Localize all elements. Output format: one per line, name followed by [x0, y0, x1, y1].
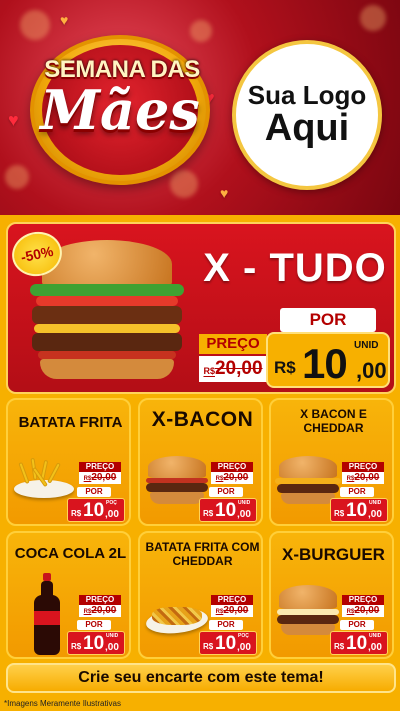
old-price-value: 20,00: [214, 358, 263, 379]
old-price-value: 20,00: [354, 605, 380, 616]
new-price: R$ 10 ,00 UNID: [199, 498, 257, 522]
product-name: X-BURGUER: [282, 545, 385, 564]
por-label: POR: [209, 487, 243, 497]
currency-symbol: R$: [71, 642, 82, 651]
price-decimal: ,00: [368, 642, 382, 653]
old-price: R$20,00: [79, 605, 121, 617]
price-unit: POÇ: [238, 633, 249, 639]
bokeh-light: [190, 20, 212, 42]
por-label: POR: [77, 620, 111, 630]
currency-symbol: R$: [203, 509, 214, 518]
product-card: X-BURGUER PREÇO R$20,00 POR R$ 10 ,00 UN…: [269, 531, 394, 659]
currency-symbol: R$: [274, 358, 296, 377]
price-decimal: ,00: [356, 358, 387, 383]
new-price: R$ 10 ,00 POÇ: [67, 498, 125, 522]
product-name: BATATA FRITA COM CHEDDAR: [145, 540, 260, 568]
logo-text-line1: Sua Logo: [247, 79, 367, 110]
featured-old-price: R$20,00: [199, 356, 267, 382]
burger-image: [275, 585, 341, 637]
por-label: POR: [209, 620, 243, 630]
price-decimal: ,00: [237, 509, 251, 520]
price-integer: 10: [346, 500, 368, 521]
preco-label: PREÇO: [79, 462, 121, 472]
price-decimal: ,00: [368, 509, 382, 520]
product-card: COCA COLA 2L PREÇO R$20,00 POR R$ 10 ,00…: [6, 531, 131, 659]
logo-placeholder: Sua Logo Aqui: [232, 40, 382, 190]
bokeh-light: [170, 170, 198, 198]
heart-icon: ♥: [8, 110, 19, 130]
product-card: BATATA FRITA COM CHEDDAR PREÇO R$20,00 P…: [138, 531, 263, 659]
price-unit: POÇ: [106, 500, 117, 506]
price-integer: 10: [83, 500, 105, 521]
old-price: R$20,00: [342, 605, 384, 617]
product-name: COCA COLA 2L: [14, 545, 127, 562]
bokeh-light: [360, 5, 386, 31]
price-unit: UNID: [369, 633, 382, 639]
new-price: R$ 10 ,00 UNID: [67, 631, 125, 655]
product-name: BATATA FRITA: [18, 414, 123, 431]
bokeh-light: [5, 165, 29, 189]
price-integer: 10: [215, 633, 237, 654]
cta-banner[interactable]: Crie seu encarte com este tema!: [6, 663, 396, 693]
old-price-value: 20,00: [91, 605, 117, 616]
old-price-value: 20,00: [223, 605, 249, 616]
price-decimal: ,00: [105, 509, 119, 520]
por-label: POR: [340, 620, 374, 630]
product-name: X BACON E CHEDDAR: [300, 407, 367, 435]
featured-product-name: X - TUDO: [203, 246, 387, 290]
featured-preco-label: PREÇO: [199, 334, 267, 354]
por-label: POR: [77, 487, 111, 497]
product-card: BATATA FRITA PREÇO R$20,00 POR R$ 10 ,00…: [6, 398, 131, 526]
logo-text-line2: Aqui: [264, 107, 350, 150]
price-integer: 10: [83, 633, 105, 654]
disclaimer-text: *Imagens Meramente Ilustrativas: [4, 699, 121, 708]
preco-label: PREÇO: [342, 595, 384, 605]
old-price-value: 20,00: [223, 472, 249, 483]
old-price: R$20,00: [211, 605, 253, 617]
preco-label: PREÇO: [211, 462, 253, 472]
old-price: R$20,00: [342, 472, 384, 484]
product-card: X BACON E CHEDDAR PREÇO R$20,00 POR R$ 1…: [269, 398, 394, 526]
bokeh-light: [20, 10, 50, 40]
featured-por-label: POR: [280, 308, 376, 332]
old-price: R$20,00: [79, 472, 121, 484]
heart-icon: ♥: [60, 12, 69, 28]
featured-new-price: R$ 10 ,00 UNID: [266, 332, 390, 388]
old-price: R$20,00: [211, 472, 253, 484]
currency-symbol: R$: [203, 642, 214, 651]
preco-label: PREÇO: [211, 595, 253, 605]
preco-label: PREÇO: [79, 595, 121, 605]
preco-label: PREÇO: [342, 462, 384, 472]
new-price: R$ 10 ,00 POÇ: [199, 631, 257, 655]
heart-icon: ♥: [220, 185, 229, 201]
old-price-value: 20,00: [354, 472, 380, 483]
price-integer: 10: [346, 633, 368, 654]
price-unit: UNID: [106, 633, 119, 639]
old-price-value: 20,00: [91, 472, 117, 483]
price-decimal: ,00: [105, 642, 119, 653]
event-title-line2: Mães: [40, 78, 200, 142]
currency-symbol: R$: [203, 366, 215, 376]
product-name: X-BACON: [151, 408, 254, 431]
new-price: R$ 10 ,00 UNID: [330, 631, 388, 655]
currency-symbol: R$: [71, 509, 82, 518]
currency-symbol: R$: [334, 509, 345, 518]
por-label: POR: [340, 487, 374, 497]
price-integer: 10: [215, 500, 237, 521]
new-price: R$ 10 ,00 UNID: [330, 498, 388, 522]
product-card: X-BACON PREÇO R$20,00 POR R$ 10 ,00 UNID: [138, 398, 263, 526]
coke-bottle-image: [34, 573, 60, 657]
price-unit: UNID: [369, 500, 382, 506]
price-unit: UNID: [238, 500, 251, 506]
currency-symbol: R$: [334, 642, 345, 651]
price-unit: UNID: [354, 340, 379, 351]
price-integer: 10: [302, 340, 348, 387]
price-decimal: ,00: [237, 642, 251, 653]
